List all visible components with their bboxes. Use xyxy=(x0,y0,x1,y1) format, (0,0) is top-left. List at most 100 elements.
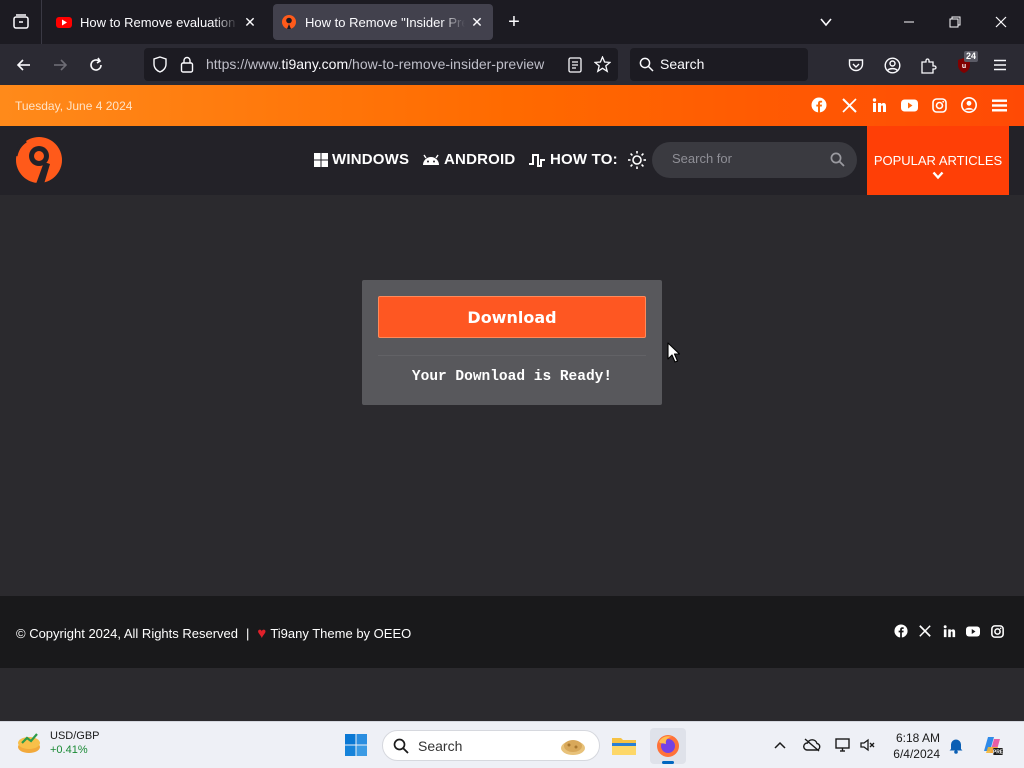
url-prefix: https://www. xyxy=(206,56,282,72)
chevron-up-icon xyxy=(774,741,786,749)
bookmark-star-icon[interactable] xyxy=(594,56,611,73)
social-links-top xyxy=(810,96,1008,114)
cloud-offline-icon xyxy=(803,738,821,752)
firefox-taskbar-button[interactable] xyxy=(650,728,686,764)
sun-icon[interactable] xyxy=(627,150,647,170)
copilot-icon: PRE xyxy=(984,737,1004,756)
pocket-button[interactable] xyxy=(841,50,871,80)
network-monitor-icon xyxy=(835,738,850,752)
x-icon[interactable] xyxy=(840,96,858,114)
taskbar-clock[interactable]: 6:18 AM 6/4/2024 xyxy=(888,730,940,762)
copyright-text: © Copyright 2024, All Rights Reserved xyxy=(16,626,239,641)
site-top-bar: Tuesday, June 4 2024 xyxy=(0,85,1024,126)
download-status: Your Download is Ready! xyxy=(411,369,613,385)
menu-item-label: WINDOWS xyxy=(332,151,410,168)
currency-pair: USD/GBP xyxy=(50,730,100,742)
browser-tab-strip: How to Remove evaluation copy ✕ How to R… xyxy=(0,0,1024,44)
svg-text:u: u xyxy=(962,63,966,70)
android-icon xyxy=(423,154,439,165)
instagram-icon[interactable] xyxy=(990,624,1004,638)
popular-articles-button[interactable]: POPULAR ARTICLES xyxy=(867,126,1009,195)
reader-view-icon[interactable] xyxy=(568,57,582,73)
page-bottom-area xyxy=(0,668,1024,721)
onedrive-tray[interactable] xyxy=(802,735,822,755)
instagram-icon[interactable] xyxy=(930,96,948,114)
minimize-icon xyxy=(904,21,914,23)
browser-search-bar[interactable]: Search xyxy=(630,48,808,81)
user-icon[interactable] xyxy=(960,96,978,114)
hamburger-menu-icon xyxy=(994,59,1006,71)
shield-icon[interactable] xyxy=(152,56,168,73)
file-explorer-button[interactable] xyxy=(606,728,642,764)
search-icon xyxy=(393,738,409,754)
theme-credit-link[interactable]: Ti9any Theme by OEEO xyxy=(270,626,411,641)
svg-text:PRE: PRE xyxy=(993,750,1004,756)
list-all-tabs-button[interactable] xyxy=(814,10,838,34)
extensions-button[interactable] xyxy=(913,50,943,80)
youtube-icon[interactable] xyxy=(966,624,980,638)
network-tray[interactable] xyxy=(834,735,854,755)
windows-start-icon[interactable] xyxy=(344,733,368,757)
search-icon xyxy=(639,57,654,72)
tab-title: How to Remove "Insider Preview" xyxy=(305,14,465,30)
bell-icon xyxy=(949,739,963,754)
facebook-icon[interactable] xyxy=(894,624,908,638)
browser-tab-2[interactable]: How to Remove "Insider Preview" ✕ xyxy=(273,4,493,40)
popular-articles-label: POPULAR ARTICLES xyxy=(873,153,1003,168)
clock-time: 6:18 AM xyxy=(895,731,940,745)
youtube-icon[interactable] xyxy=(900,96,918,114)
taskbar-search[interactable]: Search xyxy=(382,730,600,761)
app-menu-button[interactable] xyxy=(985,50,1015,80)
url-text[interactable]: https://www.ti9any.com/how-to-remove-ins… xyxy=(206,56,554,72)
divider xyxy=(378,355,646,356)
tab-overview-button[interactable] xyxy=(0,0,42,44)
reload-button[interactable] xyxy=(81,50,111,80)
show-hidden-icons[interactable] xyxy=(770,735,790,755)
currency-chart-icon xyxy=(18,732,40,753)
restore-button[interactable] xyxy=(932,0,978,44)
extension-addon-button[interactable]: u 24 xyxy=(949,50,979,80)
taskbar-search-placeholder: Search xyxy=(418,738,463,754)
social-links-footer xyxy=(894,624,1004,638)
forward-button[interactable] xyxy=(45,50,75,80)
account-button[interactable] xyxy=(877,50,907,80)
download-button[interactable]: Download xyxy=(378,296,646,338)
site-search-input[interactable] xyxy=(672,151,822,166)
minimize-button[interactable] xyxy=(886,0,932,44)
close-tab-icon[interactable]: ✕ xyxy=(242,14,258,30)
notifications-button[interactable] xyxy=(946,735,966,755)
account-icon xyxy=(883,56,901,74)
currency-widget[interactable]: USD/GBP +0.41% xyxy=(16,729,100,756)
pocket-icon xyxy=(848,58,864,71)
navigation-toolbar: https://www.ti9any.com/how-to-remove-ins… xyxy=(0,44,1024,85)
youtube-icon xyxy=(56,17,72,28)
copilot-button[interactable]: PRE xyxy=(980,733,1004,757)
currency-change: +0.41% xyxy=(50,744,88,756)
close-tab-icon[interactable]: ✕ xyxy=(469,14,485,30)
menu-item-how-to[interactable]: HOW TO: xyxy=(528,151,618,168)
site-logo[interactable] xyxy=(14,136,66,186)
volume-tray[interactable] xyxy=(858,735,878,755)
windows-taskbar: USD/GBP +0.41% Search 6:18 AM 6/4/2024 P… xyxy=(0,721,1024,768)
facebook-icon[interactable] xyxy=(810,96,828,114)
menu-item-android[interactable]: ANDROID xyxy=(422,151,515,168)
lock-icon[interactable] xyxy=(180,56,194,73)
search-icon[interactable] xyxy=(830,152,845,167)
address-bar[interactable]: https://www.ti9any.com/how-to-remove-ins… xyxy=(144,48,618,81)
menu-item-windows[interactable]: WINDOWS xyxy=(314,151,409,168)
new-tab-button[interactable]: + xyxy=(502,10,526,34)
ti9any-icon xyxy=(282,15,296,29)
menu-icon[interactable] xyxy=(990,96,1008,114)
linkedin-icon[interactable] xyxy=(942,624,956,638)
linkedin-icon[interactable] xyxy=(870,96,888,114)
menu-item-label: ANDROID xyxy=(444,151,516,168)
separator: | xyxy=(246,626,250,641)
speaker-muted-icon xyxy=(860,738,875,752)
x-icon[interactable] xyxy=(918,624,932,638)
browser-tab-1[interactable]: How to Remove evaluation copy ✕ xyxy=(48,4,266,40)
running-indicator xyxy=(662,761,674,764)
site-footer: © Copyright 2024, All Rights Reserved | … xyxy=(0,596,1024,668)
close-window-button[interactable] xyxy=(978,0,1024,44)
tab-title: How to Remove evaluation copy xyxy=(80,14,238,30)
back-button[interactable] xyxy=(9,50,39,80)
